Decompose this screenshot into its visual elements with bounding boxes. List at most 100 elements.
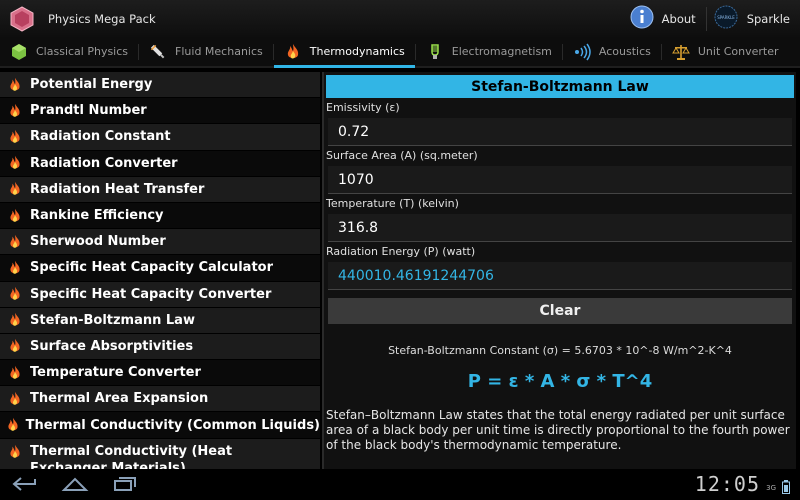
list-item-label: Potential Energy <box>30 77 153 93</box>
tab-label: Fluid Mechanics <box>175 45 263 58</box>
formula-list[interactable]: Potential Energy Prandtl Number Radiatio… <box>0 72 320 469</box>
list-item-label: Radiation Constant <box>30 129 171 145</box>
recent-apps-button[interactable] <box>100 476 150 496</box>
info-icon <box>630 5 654 32</box>
sparkle-logo-icon: SPARKLE <box>713 4 739 33</box>
flame-icon <box>0 259 30 277</box>
tab-classical-physics[interactable]: Classical Physics <box>0 37 138 66</box>
list-item-temperature-converter[interactable]: Temperature Converter <box>0 360 320 387</box>
tab-unit-converter[interactable]: Unit Converter <box>662 37 789 66</box>
list-item-label: Stefan-Boltzmann Law <box>30 312 195 328</box>
emissivity-label: Emissivity (ε) <box>326 100 400 114</box>
home-button[interactable] <box>50 476 100 496</box>
tab-label: Classical Physics <box>36 45 129 58</box>
flame-icon <box>0 443 30 461</box>
flame-icon <box>0 154 30 172</box>
scale-icon <box>671 43 690 61</box>
clock[interactable]: 12:05 <box>695 472 760 496</box>
home-icon <box>61 476 89 496</box>
about-button[interactable]: About <box>630 5 696 32</box>
back-button[interactable] <box>0 476 50 496</box>
radiation-energy-result[interactable]: 440010.46191244706 <box>328 262 792 290</box>
flame-icon <box>0 337 30 355</box>
list-item-label: Thermal Conductivity (Heat Exchanger Mat… <box>30 443 233 469</box>
list-item-prandtl-number[interactable]: Prandtl Number <box>0 98 320 125</box>
list-item-label: Rankine Efficiency <box>30 208 164 224</box>
sparkle-label: Sparkle <box>746 11 790 26</box>
flame-icon <box>0 285 30 303</box>
action-bar: Physics Mega Pack About SPARKLE Sparkle <box>0 0 800 37</box>
surface-area-input[interactable]: 1070 <box>328 166 792 194</box>
app-logo-icon[interactable] <box>4 1 40 37</box>
system-bar: 12:05 3G <box>0 471 800 500</box>
list-item-thermal-area-expansion[interactable]: Thermal Area Expansion <box>0 386 320 413</box>
network-indicator: 3G <box>766 484 776 492</box>
tab-label: Electromagnetism <box>451 45 552 58</box>
recent-apps-icon <box>111 476 139 496</box>
sparkle-logo-text: SPARKLE <box>717 15 735 20</box>
list-item-label: Specific Heat Capacity Calculator <box>30 260 274 276</box>
battery-icon <box>782 479 790 498</box>
list-item-stefan-boltzmann-law[interactable]: Stefan-Boltzmann Law <box>0 307 320 334</box>
list-item-specific-heat-capacity-calculator[interactable]: Specific Heat Capacity Calculator <box>0 255 320 282</box>
list-item-specific-heat-capacity-converter[interactable]: Specific Heat Capacity Converter <box>0 281 320 308</box>
tab-label: Acoustics <box>598 45 651 58</box>
description-text: Stefan–Boltzmann Law states that the tot… <box>326 408 790 452</box>
flame-icon <box>0 390 30 408</box>
surface-area-label: Surface Area (A) (sq.meter) <box>326 148 478 162</box>
list-item-thermal-conductivity-common-liquids[interactable]: Thermal Conductivity (Common Liquids) <box>0 412 320 439</box>
list-item-label: Radiation Heat Transfer <box>30 181 205 197</box>
flame-icon <box>284 43 302 61</box>
list-item-radiation-converter[interactable]: Radiation Converter <box>0 150 320 177</box>
list-item-label: Thermal Area Expansion <box>30 391 209 407</box>
about-label: About <box>661 11 696 26</box>
list-item-label: Temperature Converter <box>30 365 201 381</box>
list-item-rankine-efficiency[interactable]: Rankine Efficiency <box>0 202 320 230</box>
action-divider <box>705 6 707 31</box>
syringe-icon <box>149 43 167 61</box>
flame-icon <box>0 128 30 146</box>
list-item-thermal-conductivity-heat-exchanger[interactable]: Thermal Conductivity (Heat Exchanger Mat… <box>0 438 320 469</box>
sound-waves-icon <box>573 43 591 61</box>
app-title: Physics Mega Pack <box>48 11 156 26</box>
constant-text: Stefan-Boltzmann Constant (σ) = 5.6703 *… <box>388 344 732 357</box>
tab-electromagnetism[interactable]: Electromagnetism <box>416 37 562 66</box>
tab-bar: Classical Physics Fluid Mechanics Thermo… <box>0 37 800 68</box>
tab-acoustics[interactable]: Acoustics <box>563 37 661 66</box>
flame-icon <box>0 233 30 251</box>
tab-fluid-mechanics[interactable]: Fluid Mechanics <box>139 37 273 66</box>
list-item-sherwood-number[interactable]: Sherwood Number <box>0 229 320 256</box>
list-item-label: Sherwood Number <box>30 234 166 250</box>
bulb-icon <box>426 43 444 61</box>
clear-button[interactable]: Clear <box>328 298 792 324</box>
list-item-label: Radiation Converter <box>30 155 178 171</box>
temperature-input[interactable]: 316.8 <box>328 214 792 242</box>
flame-icon <box>0 180 30 198</box>
tab-label: Unit Converter <box>697 45 779 58</box>
back-icon <box>11 476 39 496</box>
list-item-label: Specific Heat Capacity Converter <box>30 286 272 302</box>
list-item-surface-absorptivities[interactable]: Surface Absorptivities <box>0 333 320 361</box>
flame-icon <box>0 76 30 94</box>
tab-thermodynamics[interactable]: Thermodynamics <box>273 37 415 68</box>
temperature-label: Temperature (T) (kelvin) <box>326 196 459 210</box>
list-item-label: Surface Absorptivities <box>30 338 194 354</box>
emissivity-input[interactable]: 0.72 <box>328 118 792 146</box>
flame-icon <box>0 416 26 434</box>
flame-icon <box>0 364 30 382</box>
list-item-label: Prandtl Number <box>30 103 147 119</box>
flame-icon <box>0 102 30 120</box>
radiation-energy-label: Radiation Energy (P) (watt) <box>326 244 476 258</box>
calculator-title: Stefan-Boltzmann Law <box>326 75 794 98</box>
flame-icon <box>0 207 30 225</box>
list-item-label: Thermal Conductivity (Common Liquids) <box>25 417 320 433</box>
tab-label: Thermodynamics <box>309 45 405 58</box>
flame-icon <box>0 311 30 329</box>
formula-text: P = ε * A * σ * T^4 <box>467 371 653 392</box>
list-item-radiation-heat-transfer[interactable]: Radiation Heat Transfer <box>0 176 320 203</box>
sparkle-button[interactable]: SPARKLE Sparkle <box>713 4 790 33</box>
calculator-panel: Stefan-Boltzmann Law Emissivity (ε) 0.72… <box>322 72 796 469</box>
list-item-potential-energy[interactable]: Potential Energy <box>0 72 320 99</box>
list-item-radiation-constant[interactable]: Radiation Constant <box>0 124 320 151</box>
cube-icon <box>10 43 28 61</box>
